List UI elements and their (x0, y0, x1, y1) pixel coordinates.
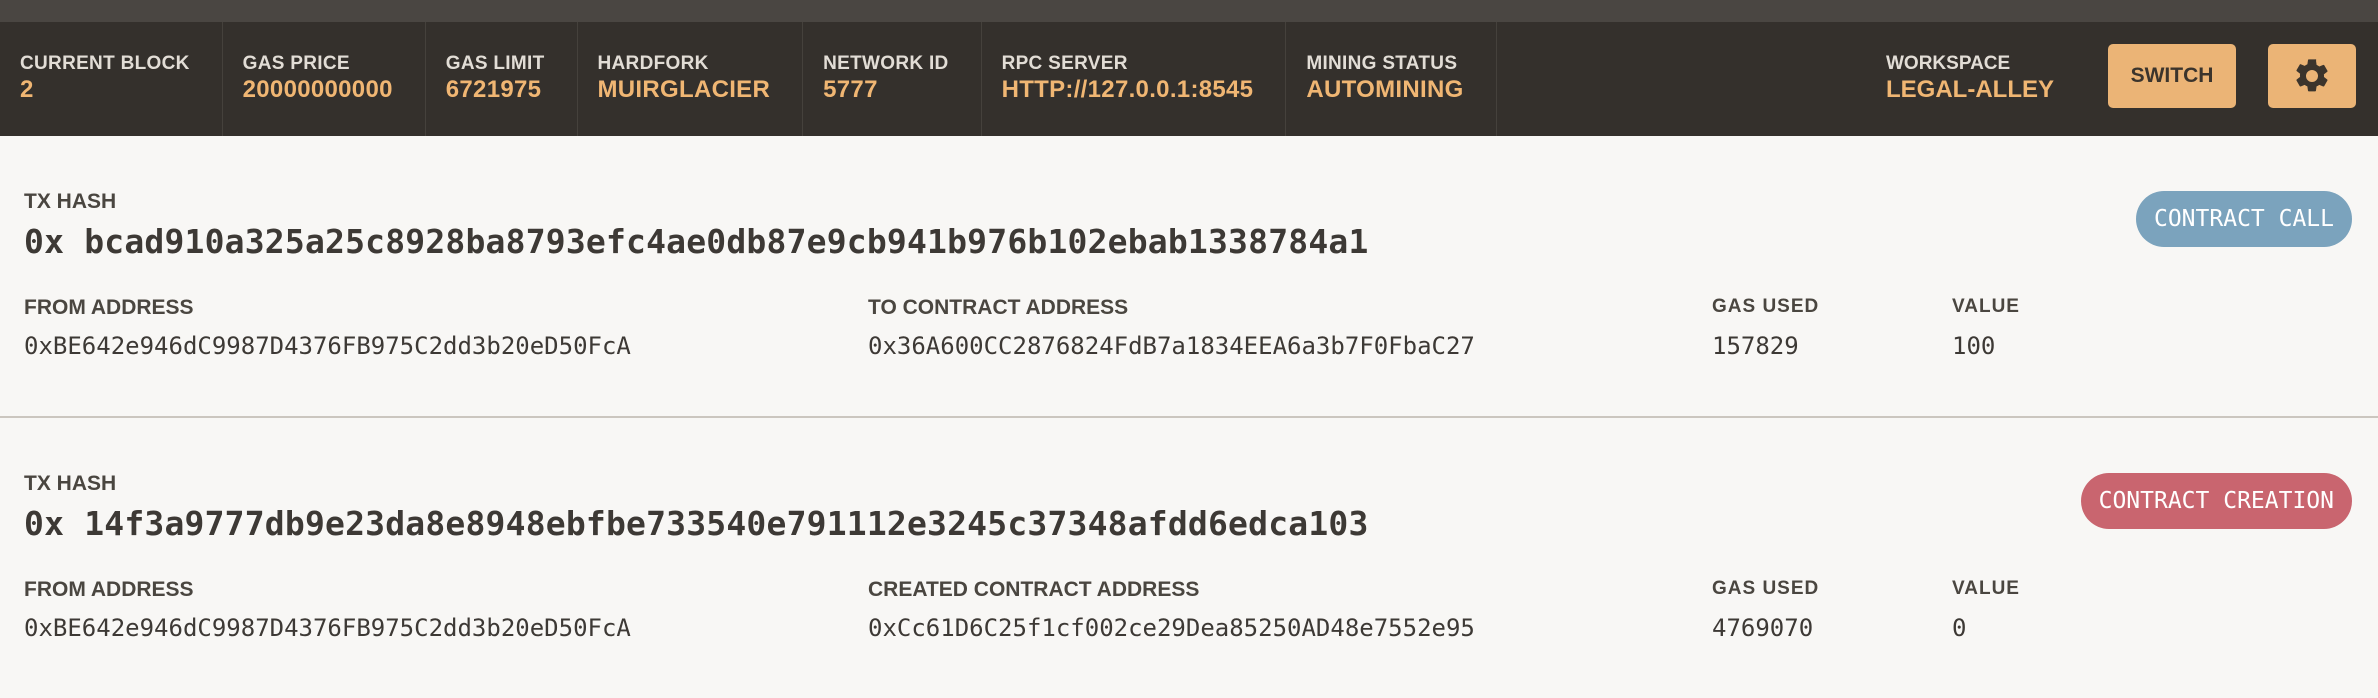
gas-used: 157829 (1712, 332, 1799, 360)
gas-used: 4769070 (1712, 614, 1814, 642)
stat-label: GAS LIMIT (445, 53, 545, 74)
stat-value: 20000000000 (242, 76, 393, 103)
tx-value: 100 (1952, 332, 1996, 360)
created-contract-address: 0xCc61D6C25f1cf002ce29Dea85250AD48e7552e… (868, 614, 1475, 642)
gas-used-label: GAS USED (1712, 296, 1820, 317)
stat-value: HTTP://127.0.0.1:8545 (1001, 76, 1254, 103)
switch-workspace-button[interactable]: SWITCH (2108, 44, 2236, 108)
stat-label: HARDFORK (597, 53, 709, 74)
workspace-label: WORKSPACE (1886, 53, 2011, 74)
gas-used-label: GAS USED (1712, 578, 1820, 599)
stat-gas-limit: GAS LIMIT 6721975 (426, 22, 578, 136)
stat-label: GAS PRICE (242, 53, 350, 74)
from-address: 0xBE642e946dC9987D4376FB975C2dd3b20eD50F… (24, 614, 631, 642)
from-address-label: FROM ADDRESS (24, 296, 194, 319)
stat-value: AUTOMINING (1306, 76, 1464, 103)
stat-value: 2 (20, 76, 34, 103)
tx-hash: 0x bcad910a325a25c8928ba8793efc4ae0db87e… (24, 222, 1369, 261)
transaction-row[interactable]: TX HASH 0x bcad910a325a25c8928ba8793efc4… (0, 136, 2378, 418)
tx-hash-label: TX HASH (24, 472, 117, 495)
from-address-label: FROM ADDRESS (24, 578, 194, 601)
tx-type-badge: CONTRACT CALL (2135, 191, 2352, 247)
to-address: 0x36A600CC2876824FdB7a1834EEA6a3b7F0FbaC… (868, 332, 1475, 360)
stat-hardfork: HARDFORK MUIRGLACIER (578, 22, 804, 136)
stat-label: NETWORK ID (823, 53, 949, 74)
stat-gas-price: GAS PRICE 20000000000 (223, 22, 426, 136)
stat-value: MUIRGLACIER (597, 76, 771, 103)
stat-label: CURRENT BLOCK (20, 53, 190, 74)
tx-hash: 0x 14f3a9777db9e23da8e8948ebfbe733540e79… (24, 504, 1369, 543)
window-top-strip (0, 0, 2378, 22)
tx-type-badge: CONTRACT CREATION (2080, 473, 2352, 529)
transaction-list: TX HASH 0x bcad910a325a25c8928ba8793efc4… (0, 136, 2378, 698)
stat-value: 6721975 (445, 76, 542, 103)
tx-value: 0 (1952, 614, 1967, 642)
stat-rpc-server: RPC SERVER HTTP://127.0.0.1:8545 (982, 22, 1287, 136)
value-label: VALUE (1952, 296, 2020, 317)
status-bar: CURRENT BLOCK 2 GAS PRICE 20000000000 GA… (0, 22, 2378, 136)
stat-network-id: NETWORK ID 5777 (803, 22, 982, 136)
workspace-name: LEGAL-ALLEY (1886, 76, 2054, 103)
from-address: 0xBE642e946dC9987D4376FB975C2dd3b20eD50F… (24, 332, 631, 360)
stat-label: RPC SERVER (1001, 53, 1128, 74)
created-contract-address-label: CREATED CONTRACT ADDRESS (868, 578, 1200, 601)
transaction-row[interactable]: TX HASH 0x 14f3a9777db9e23da8e8948ebfbe7… (0, 418, 2378, 698)
value-label: VALUE (1952, 578, 2020, 599)
workspace-info: WORKSPACE LEGAL-ALLEY (1886, 22, 2054, 136)
settings-button[interactable] (2268, 44, 2356, 108)
gear-icon (2296, 59, 2328, 92)
stat-current-block: CURRENT BLOCK 2 (0, 22, 223, 136)
stat-mining-status: MINING STATUS AUTOMINING (1286, 22, 1497, 136)
to-address-label: TO CONTRACT ADDRESS (868, 296, 1129, 319)
tx-hash-label: TX HASH (24, 190, 117, 213)
stat-label: MINING STATUS (1306, 53, 1458, 74)
stat-value: 5777 (823, 76, 878, 103)
